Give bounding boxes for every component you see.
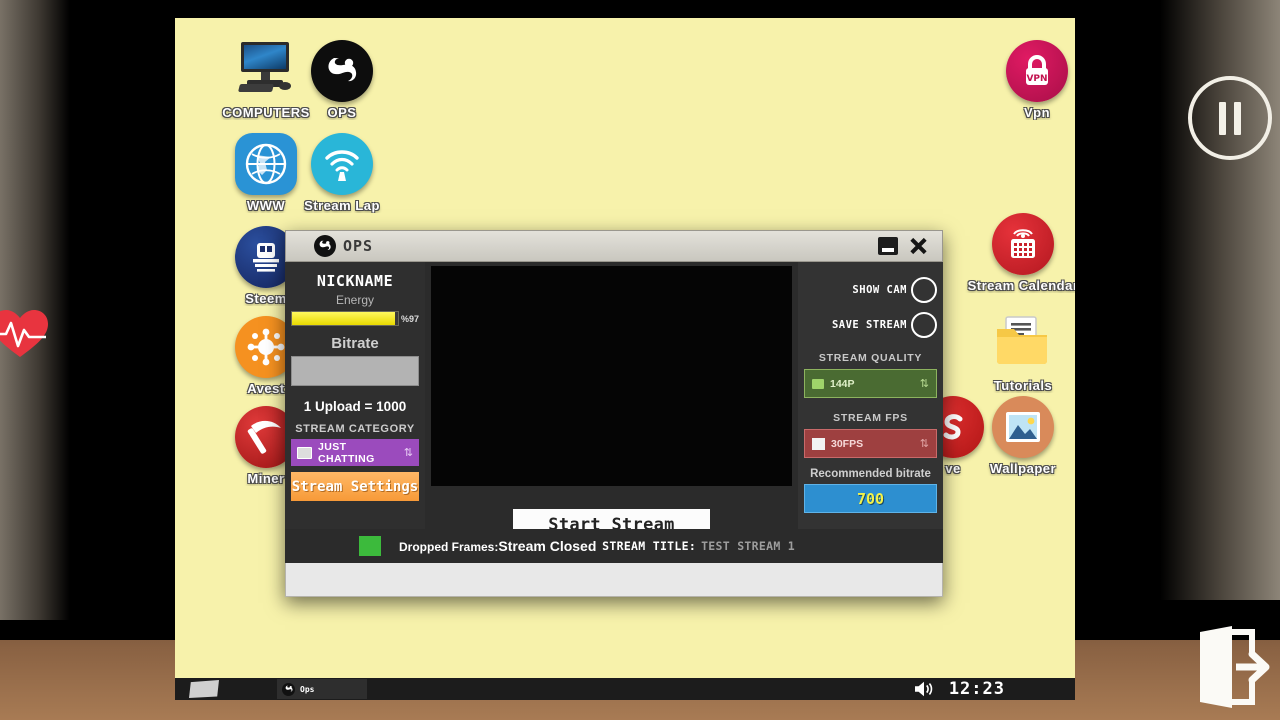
heartbeat-icon: [0, 310, 48, 357]
status-indicator: [359, 536, 381, 556]
square-icon: [812, 437, 825, 450]
save-stream-label: SAVE STREAM: [831, 319, 907, 331]
ops-swirl-icon: [311, 40, 373, 102]
stream-title-group: STREAM TITLE: TEST STREAM 1: [602, 539, 795, 553]
card-icon: [297, 446, 312, 459]
exit-door-icon: [1200, 626, 1270, 708]
energy-bar: %97: [291, 311, 419, 326]
windows-flag-icon: [189, 680, 219, 698]
taskbar: Ops 12:23: [175, 678, 1075, 700]
stream-quality-value: 144P: [830, 377, 855, 390]
save-stream-toggle[interactable]: [911, 312, 937, 338]
start-button[interactable]: [175, 678, 270, 700]
bitrate-label: Bitrate: [331, 335, 379, 352]
desktop-icon-label: Tutorials: [993, 378, 1053, 393]
stream-title-value: TEST STREAM 1: [701, 539, 795, 553]
energy-percent-label: %97: [400, 313, 419, 324]
system-tray: 12:23: [913, 679, 1075, 699]
stream-fps-value: 30FPS: [831, 437, 864, 450]
chevron-updown-icon: ⇅: [403, 447, 413, 459]
chevron-updown-icon: ⇅: [919, 438, 929, 450]
pause-icon: [1219, 101, 1226, 135]
monitor-desktop: COMPUTERS OPS WWW Stream Lap Steem Avest…: [175, 18, 1075, 700]
pause-icon: [1234, 101, 1241, 135]
window-footer: [285, 563, 943, 597]
desktop-icon-ops[interactable]: OPS: [294, 40, 390, 120]
pause-button[interactable]: [1188, 76, 1272, 160]
show-cam-toggle[interactable]: [911, 277, 937, 303]
calendar-signal-icon: [992, 213, 1054, 275]
upload-note: 1 Upload = 1000: [303, 399, 407, 414]
dropped-frames-label: Dropped Frames:: [399, 540, 499, 554]
stream-state: Stream Closed: [498, 538, 597, 554]
save-stream-row[interactable]: SAVE STREAM: [804, 312, 937, 338]
wifi-icon: [311, 133, 373, 195]
desktop-icon-label: Vpn: [1023, 105, 1051, 120]
window-body: NICKNAME Energy %97 Bitrate 1 Upload = 1…: [285, 262, 943, 563]
desktop-icon-stream-calendar[interactable]: Stream Calendar: [958, 213, 1075, 293]
nickname-value: Energy: [335, 293, 375, 307]
left-panel: NICKNAME Energy %97 Bitrate 1 Upload = 1…: [285, 262, 425, 563]
stream-settings-button[interactable]: Stream Settings: [291, 472, 419, 501]
game-screen: COMPUTERS OPS WWW Stream Lap Steem Avest…: [0, 0, 1280, 720]
stream-category-label: STREAM CATEGORY: [295, 423, 415, 435]
speaker-icon[interactable]: [913, 680, 935, 698]
stream-fps-select[interactable]: 30FPS ⇅: [804, 429, 937, 458]
stream-category-value: JUST CHATTING: [318, 440, 375, 465]
right-panel: SHOW CAM SAVE STREAM STREAM QUALITY 144P…: [798, 262, 943, 563]
center-column: Start Stream: [425, 262, 798, 563]
recommended-bitrate-value-box: 700: [804, 484, 937, 513]
stream-title-label: STREAM TITLE:: [602, 539, 697, 553]
health-indicator: [0, 310, 48, 360]
vpn-lock-icon: VPN: [1006, 40, 1068, 102]
taskbar-item-ops[interactable]: Ops: [277, 679, 367, 699]
picture-icon: [992, 396, 1054, 458]
close-icon[interactable]: [908, 236, 928, 256]
desktop-icon-stream-lap[interactable]: Stream Lap: [294, 133, 390, 213]
ops-swirl-icon: [314, 235, 336, 257]
nickname-label: NICKNAME: [316, 272, 394, 290]
stream-preview[interactable]: [431, 266, 792, 486]
energy-bar-fill: [292, 312, 395, 325]
recommended-bitrate-value: 700: [856, 489, 885, 508]
recommended-bitrate-label: Recommended bitrate: [810, 468, 931, 480]
svg-text:VPN: VPN: [1026, 74, 1047, 84]
window-titlebar[interactable]: OPS: [285, 230, 943, 262]
folder-icon: [992, 313, 1054, 375]
monitor-icon: [235, 40, 297, 102]
desktop-icon-tutorials[interactable]: Tutorials: [975, 313, 1071, 393]
dropped-frames: Dropped Frames:Stream Closed: [399, 538, 596, 554]
stream-quality-label: STREAM QUALITY: [818, 352, 923, 364]
ops-window: OPS NICKNAME Energy %97 Bitrate 1 Upload…: [285, 230, 943, 597]
ops-swirl-icon: [282, 682, 295, 696]
desktop-icon-label: OPS: [327, 105, 357, 120]
minimize-icon[interactable]: [878, 237, 898, 255]
desktop-icon-vpn[interactable]: VPN Vpn: [989, 40, 1075, 120]
desktop-icon-label: Stream Calendar: [967, 278, 1075, 293]
chevron-updown-icon: ⇅: [919, 378, 929, 390]
taskbar-clock: 12:23: [948, 679, 1005, 699]
window-title: OPS: [343, 237, 374, 255]
desktop-icon-label: Stream Lap: [304, 198, 380, 213]
taskbar-item-label: Ops: [300, 684, 315, 694]
window-statusbar: Dropped Frames:Stream Closed STREAM TITL…: [285, 529, 943, 563]
stream-settings-label: Stream Settings: [291, 478, 419, 495]
bitrate-input[interactable]: [291, 356, 419, 386]
film-icon: [812, 378, 824, 389]
exit-button[interactable]: [1190, 624, 1270, 710]
show-cam-row[interactable]: SHOW CAM: [804, 277, 937, 303]
stream-fps-label: STREAM FPS: [833, 412, 908, 424]
stream-quality-select[interactable]: 144P ⇅: [804, 369, 937, 398]
globe-icon: [235, 133, 297, 195]
stream-category-select[interactable]: JUST CHATTING ⇅: [291, 439, 419, 466]
show-cam-label: SHOW CAM: [852, 284, 907, 296]
